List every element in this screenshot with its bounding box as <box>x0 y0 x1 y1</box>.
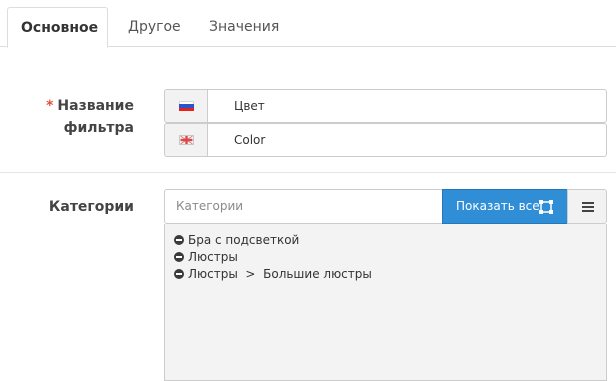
filter-name-label-line2: фильтра <box>63 120 134 136</box>
menu-button[interactable] <box>567 189 607 224</box>
tab-bar: Основное Другое Значения <box>0 0 616 48</box>
filter-name-input-en[interactable]: Color <box>207 123 607 157</box>
category-text: Бра с подсветкой <box>188 233 300 247</box>
list-item: Бра с подсветкой <box>174 232 606 249</box>
filter-name-row-ru: Цвет <box>164 89 607 123</box>
filter-name-label: * Название фильтра <box>40 95 134 139</box>
remove-icon[interactable] <box>174 252 184 262</box>
filter-name-row-en: Color <box>164 123 607 157</box>
category-text: Люстры > Большие люстры <box>188 267 372 281</box>
list-item: Люстры > Большие люстры <box>174 266 606 283</box>
language-addon <box>164 123 208 157</box>
filter-name-label-line1: Название <box>57 98 134 114</box>
gb-flag-icon <box>179 135 194 145</box>
show-all-label: Показать все <box>456 199 540 213</box>
show-all-button[interactable]: Показать все <box>442 189 568 224</box>
list-item: Люстры <box>174 249 606 266</box>
categories-label: Категории <box>48 199 134 215</box>
tab-main[interactable]: Основное <box>7 7 108 48</box>
section-divider <box>0 172 616 173</box>
language-addon <box>164 89 208 123</box>
categories-input[interactable]: Категории <box>164 189 443 224</box>
hamburger-icon <box>582 202 594 212</box>
filter-name-input-ru[interactable]: Цвет <box>207 89 607 123</box>
remove-icon[interactable] <box>174 269 184 279</box>
required-mark: * <box>46 98 54 114</box>
expand-icon <box>539 200 553 214</box>
remove-icon[interactable] <box>174 235 184 245</box>
tab-values[interactable]: Значения <box>195 7 293 48</box>
ru-flag-icon <box>179 101 194 111</box>
category-text: Люстры <box>188 250 238 264</box>
selected-categories-list: Бра с подсветкой Люстры Люстры > Большие… <box>164 224 607 381</box>
tab-other[interactable]: Другое <box>114 7 195 48</box>
